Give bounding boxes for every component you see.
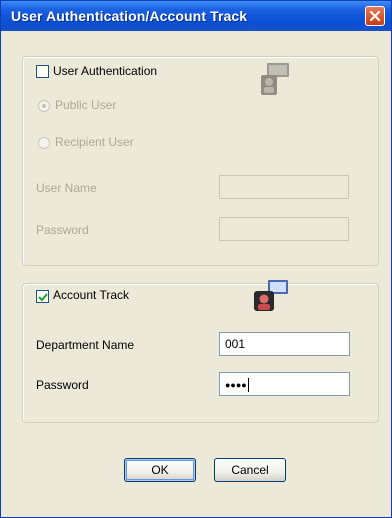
ua-password-label: Password: [36, 223, 89, 237]
public-user-label: Public User: [55, 98, 117, 112]
title-bar[interactable]: User Authentication/Account Track: [1, 1, 391, 31]
recipient-user-label: Recipient User: [55, 135, 134, 149]
close-icon: [369, 10, 381, 22]
department-name-label: Department Name: [36, 338, 135, 352]
user-server-icon: [261, 63, 289, 95]
text-caret: [247, 377, 249, 392]
cancel-button[interactable]: Cancel: [214, 458, 286, 482]
user-name-input[interactable]: [219, 175, 349, 199]
close-button[interactable]: [365, 6, 385, 26]
ua-password-input[interactable]: [219, 217, 349, 241]
checkmark-icon: [38, 293, 48, 302]
user-authentication-label[interactable]: User Authentication: [53, 64, 157, 78]
dialog-title: User Authentication/Account Track: [11, 8, 248, 24]
at-password-label: Password: [36, 378, 89, 392]
dialog-window: User Authentication/Account Track User A…: [0, 0, 392, 518]
account-track-label[interactable]: Account Track: [53, 288, 129, 302]
account-track-checkbox[interactable]: [36, 290, 49, 303]
public-user-radio[interactable]: [38, 100, 50, 112]
at-password-input[interactable]: ●●●●: [219, 372, 350, 396]
account-user-icon: [254, 280, 288, 311]
ok-button[interactable]: OK: [124, 458, 196, 482]
password-mask: ●●●●: [225, 380, 247, 390]
recipient-user-radio[interactable]: [38, 137, 50, 149]
user-name-label: User Name: [36, 181, 97, 195]
department-name-input[interactable]: 001: [219, 332, 350, 356]
user-authentication-checkbox[interactable]: [36, 65, 49, 78]
